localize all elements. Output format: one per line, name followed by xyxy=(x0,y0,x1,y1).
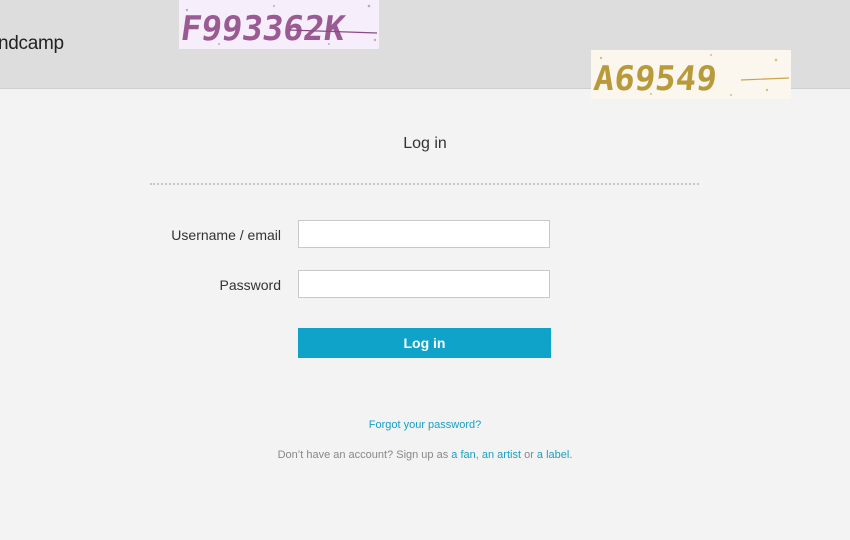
username-label: Username / email xyxy=(171,227,281,243)
captcha-image-top: F993362K xyxy=(179,0,379,49)
username-input[interactable] xyxy=(298,220,550,248)
page-title: Log in xyxy=(403,135,447,152)
captcha-right-text: A69549 xyxy=(592,59,719,99)
signup-label-link[interactable]: a label xyxy=(537,449,569,461)
signup-or-text: or xyxy=(524,449,534,461)
signup-prefix-text: Don’t have an account? Sign up as xyxy=(277,449,449,461)
password-label: Password xyxy=(219,277,281,293)
signup-comma: , xyxy=(475,449,479,461)
title-divider xyxy=(150,183,699,185)
password-input[interactable] xyxy=(298,270,550,298)
captcha-top-text: F993362K xyxy=(179,9,348,49)
signup-row: Don’t have an account? Sign up as a fan,… xyxy=(0,449,850,461)
signup-artist-link[interactable]: an artist xyxy=(482,449,521,461)
captcha-image-right: A69549 xyxy=(591,50,791,99)
login-button[interactable]: Log in xyxy=(298,328,551,358)
forgot-password-row: Forgot your password? xyxy=(0,419,850,431)
forgot-password-link[interactable]: Forgot your password? xyxy=(369,419,482,431)
bandcamp-logo[interactable]: ndcamp xyxy=(0,33,64,55)
signup-period: . xyxy=(569,449,573,461)
signup-fan-link[interactable]: a fan xyxy=(451,449,475,461)
